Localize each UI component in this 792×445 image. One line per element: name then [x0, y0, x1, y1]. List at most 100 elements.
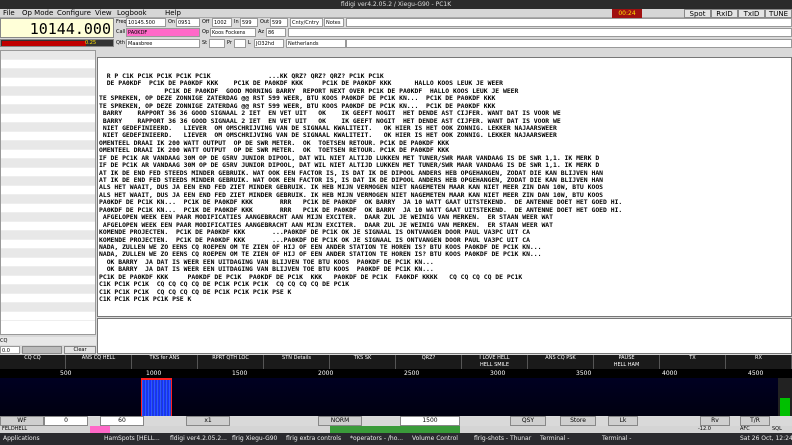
scale-label: 500 [60, 370, 72, 377]
scale-label: 2500 [404, 370, 420, 377]
rst-in-field[interactable]: 599 [240, 18, 258, 27]
qso-freq-field[interactable]: 10145.500 [126, 18, 166, 27]
receive-line: AT IK DE END FED STEEDS MINDER GEBRUIK. … [99, 169, 604, 177]
tune-button[interactable]: TUNE [765, 9, 792, 18]
transmit-text-area[interactable] [97, 318, 792, 354]
qsy-button[interactable]: QSY [510, 416, 546, 426]
row1-macro-6[interactable]: TKS SK [330, 355, 396, 362]
row1-macro-3[interactable]: TKS fer ANS [132, 355, 198, 362]
wf-mode-button[interactable]: WF [0, 416, 44, 426]
taskbar-item-fldigi[interactable]: fldigi ver4.2.05.2... [170, 433, 227, 445]
notes-input[interactable] [346, 18, 792, 27]
waterfall-background [0, 378, 778, 416]
row2-macro-1[interactable] [0, 362, 66, 369]
notes-field[interactable]: Notes [324, 18, 344, 27]
row2-macro-9[interactable] [528, 362, 594, 369]
signal-browser[interactable] [0, 50, 96, 335]
taskbar-item-flrig-extra[interactable]: flrig extra controls [286, 433, 341, 445]
rxid-button[interactable]: RxID [711, 9, 738, 18]
row1-macro-2[interactable]: ANS CQ HELL [66, 355, 132, 362]
receive-line: C1K PC1K PC1K CQ CQ CQ CQ DE PC1K PC1K P… [99, 281, 350, 289]
wf-ref-field[interactable]: 0 [44, 416, 88, 426]
waterfall[interactable] [0, 378, 778, 416]
receive-line: C1K PC1K PC1K PC1K PSE K [99, 296, 192, 303]
clear-button[interactable]: Clear [64, 346, 96, 354]
receive-line: KOMENDE PROJECTEN. PC1K DE PA0KDF KKK ..… [99, 229, 530, 237]
taskbar-item-thunar[interactable]: flrig-shots - Thunar [474, 433, 531, 445]
row2-macro-3[interactable] [132, 362, 198, 369]
notes-area[interactable] [288, 28, 792, 37]
rst-out-field[interactable]: 599 [270, 18, 288, 27]
lock-button[interactable]: Lk [608, 416, 638, 426]
row1-macro-5[interactable]: STN Details [264, 355, 330, 362]
notes-extra[interactable] [346, 39, 792, 48]
qth-field[interactable]: Maasbree [126, 39, 200, 48]
country-field[interactable]: Netherlands [286, 39, 346, 48]
row1-macro-8[interactable]: I LOVE HELL [462, 355, 528, 362]
receive-line: KOMENDE PROJECTEN. PC1K DE PA0KDF KKK ..… [99, 236, 530, 244]
op-name-field[interactable]: Koos Fockens [210, 28, 256, 37]
afc-toggle[interactable]: AFC [740, 426, 750, 433]
province-field[interactable] [234, 39, 246, 48]
row1-macro-12[interactable]: RX [726, 355, 792, 362]
row1-macro-7[interactable]: QRZ? [396, 355, 462, 362]
row2-macro-8[interactable]: HELL SMILE [462, 362, 528, 369]
row2-macro-11[interactable] [660, 362, 726, 369]
taskbar-item-flrig[interactable]: flrig Xiegu-G90 [232, 433, 277, 445]
txid-button[interactable]: TxID [738, 9, 765, 18]
row2-macro-6[interactable] [330, 362, 396, 369]
qso-on-field[interactable]: 0951 [176, 18, 200, 27]
mode-status[interactable]: FELDHELL [2, 426, 27, 433]
offset-field[interactable]: 1500 [400, 416, 460, 426]
menu-file[interactable]: File [3, 9, 15, 18]
receive-line: ALS HET WAAIT, DUS JA EEN END FED ZIET M… [99, 191, 604, 199]
norm-button[interactable]: NORM [318, 416, 362, 426]
taskbar-item-hamspots[interactable]: HamSpots [HELL... [104, 433, 160, 445]
level-bar: 0.25 [0, 39, 114, 47]
taskbar-item-terminal-1[interactable]: Terminal - [540, 433, 569, 445]
receive-line: R P C1K PC1K PC1K PC1K PC1K ...KK QRZ? Q… [99, 72, 384, 80]
row2-macro-10[interactable]: HELL HAM [594, 362, 660, 369]
receive-line: ALS HET WAAIT, DUS JA EEN END FED ZIET M… [99, 184, 604, 192]
window-title: fldigi ver4.2.05.2 / Xiegu-G90 - PC1K [0, 0, 792, 9]
row2-macro-4[interactable] [198, 362, 264, 369]
receive-text-area[interactable]: R P C1K PC1K PC1K PC1K PC1K ...KK QRZ? Q… [97, 57, 792, 317]
row1-macro-11[interactable]: TX [660, 355, 726, 362]
row1-macro-9[interactable]: ANS CQ PSK [528, 355, 594, 362]
row2-macro-5[interactable] [264, 362, 330, 369]
row2-macro-2[interactable] [66, 362, 132, 369]
store-button[interactable]: Store [560, 416, 596, 426]
tr-button[interactable]: T/R [740, 416, 770, 426]
reverse-button[interactable]: Rv [700, 416, 730, 426]
taskbar-item-volume[interactable]: Volume Control [412, 433, 458, 445]
taskbar-item-terminal-2[interactable]: Terminal - [602, 433, 631, 445]
spot-button[interactable]: Spot [684, 9, 711, 18]
row2-macro-12[interactable] [726, 362, 792, 369]
squelch-slider[interactable] [22, 346, 62, 354]
x1-button[interactable]: x1 [186, 416, 230, 426]
frequency-display[interactable]: 10144.000 [0, 18, 114, 38]
cnty-field[interactable]: Cnty/Cntry [290, 18, 323, 27]
row1-macro-10[interactable]: PAUSE [594, 355, 660, 362]
op-label: Op [202, 29, 210, 35]
call-field[interactable]: PA0KDF [126, 28, 200, 37]
locator-field[interactable]: JO32hd [254, 39, 284, 48]
menu-help[interactable]: Help [165, 9, 181, 18]
receive-line: AFGELOPEN WEEK EEN PAAR MODIFICATIES AAN… [99, 214, 554, 222]
applications-menu[interactable]: Applications [3, 433, 40, 445]
state-field[interactable] [209, 39, 225, 48]
azimuth-field[interactable]: 86 [266, 28, 286, 37]
wf-range-field[interactable]: 60 [100, 416, 144, 426]
row1-macro-4[interactable]: RPRT QTH LOC [198, 355, 264, 362]
row1-macro-1[interactable]: CQ CQ [0, 355, 66, 362]
qso-off-field[interactable]: 1002 [212, 18, 232, 27]
menu-op-mode[interactable]: Op Mode [22, 9, 53, 18]
squelch-value[interactable]: 0.0 [0, 346, 20, 354]
menu-view[interactable]: View [95, 9, 112, 18]
taskbar-item-operators[interactable]: *operators - /ho... [350, 433, 403, 445]
sql-toggle[interactable]: SQL [772, 426, 782, 433]
menu-configure[interactable]: Configure [57, 9, 91, 18]
row2-macro-7[interactable] [396, 362, 462, 369]
taskbar: Applications HamSpots [HELL... fldigi ve… [0, 433, 792, 445]
menu-logbook[interactable]: Logbook [117, 9, 147, 18]
